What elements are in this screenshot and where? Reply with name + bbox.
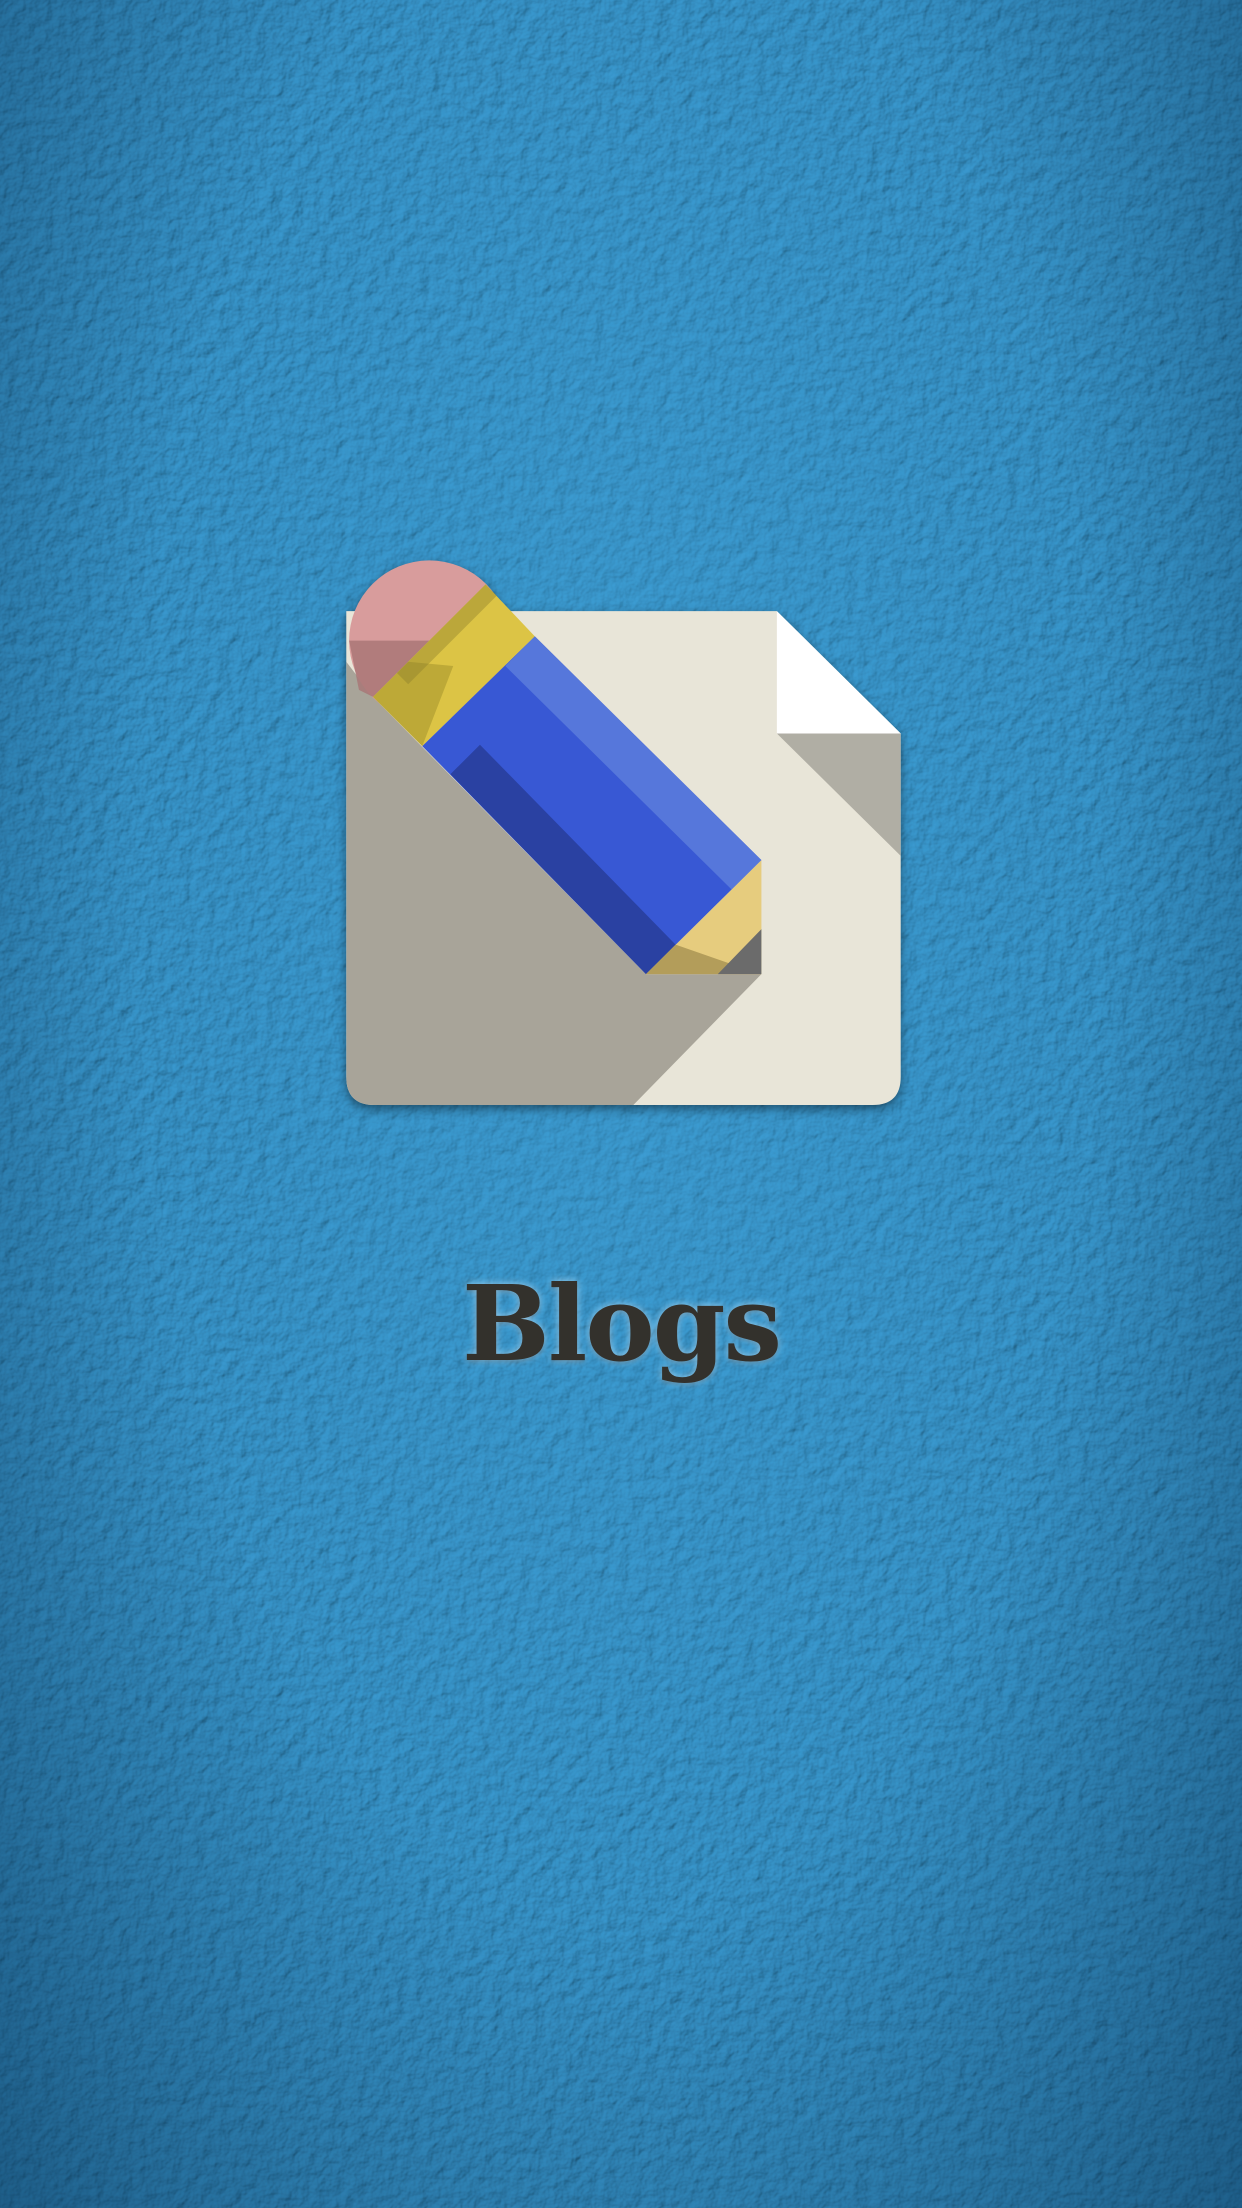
app-title: Blogs [461,1262,782,1385]
pencil-paper-icon[interactable] [346,559,901,1105]
paper-fold-corner [776,611,901,734]
